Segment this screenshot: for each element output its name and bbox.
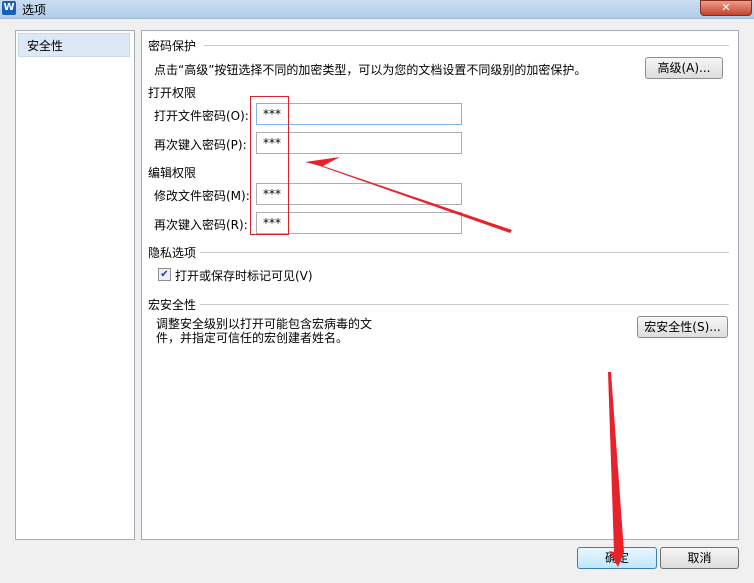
mark-visible-label[interactable]: 打开或保存时标记可见(V) [175, 267, 313, 284]
macro-security-button[interactable]: 宏安全性(S)... [637, 316, 728, 338]
macro-description-line2: 件，并指定可信任的宏创建者姓名。 [156, 331, 349, 345]
annotation-red-box [250, 96, 289, 235]
title-bar: W 选项 ✕ [0, 0, 754, 19]
ok-button[interactable]: 确定 [577, 547, 657, 569]
category-list: 安全性 [15, 30, 135, 540]
section-divider [200, 304, 729, 305]
section-divider [204, 45, 729, 46]
section-divider [200, 252, 729, 253]
privacy-section-title: 隐私选项 [148, 246, 197, 260]
edit-permission-title: 编辑权限 [148, 166, 197, 180]
macro-security-title: 宏安全性 [148, 298, 197, 312]
checkmark-icon: ✔ [160, 269, 169, 280]
modify-password-label: 修改文件密码(M): [154, 189, 250, 203]
open-confirm-label: 再次键入密码(P): [154, 138, 247, 152]
mark-visible-checkbox[interactable]: ✔ [158, 268, 171, 281]
wps-writer-icon: W [2, 1, 16, 15]
password-protection-description: 点击“高级”按钮选择不同的加密类型，可以为您的文档设置不同级别的加密保护。 [154, 63, 587, 77]
modify-confirm-label: 再次键入密码(R): [154, 218, 248, 232]
open-password-label: 打开文件密码(O): [154, 109, 249, 123]
password-protection-title: 密码保护 [148, 39, 197, 53]
advanced-button[interactable]: 高级(A)... [645, 57, 723, 79]
close-icon: ✕ [721, 1, 731, 14]
open-permission-title: 打开权限 [148, 86, 197, 100]
window-title: 选项 [22, 3, 47, 17]
sidebar-item-security[interactable]: 安全性 [18, 33, 130, 57]
cancel-button[interactable]: 取消 [660, 547, 739, 569]
close-button[interactable]: ✕ [700, 0, 752, 16]
